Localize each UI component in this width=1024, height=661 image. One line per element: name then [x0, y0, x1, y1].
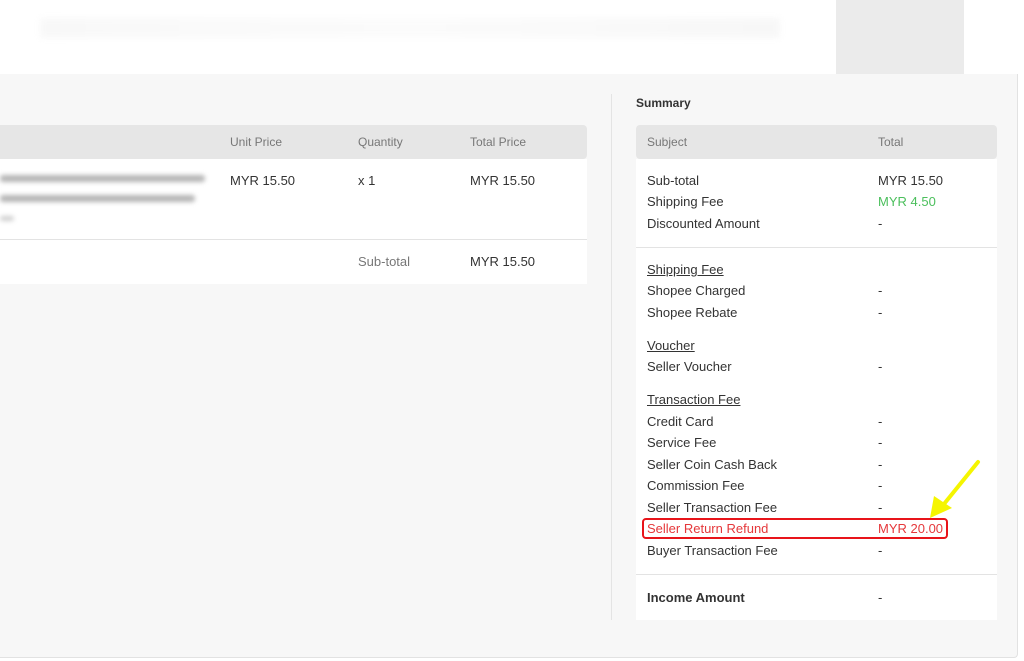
- order-table-body: MYR 15.50 x 1 MYR 15.50 Sub-total MYR 15…: [0, 159, 587, 284]
- shipping-fee-label: Shipping Fee: [647, 194, 724, 209]
- section-divider: [636, 247, 997, 248]
- subtotal-value: MYR 15.50: [878, 173, 944, 188]
- header-unit-price: Unit Price: [230, 135, 283, 149]
- product-thumbnail-placeholder: [836, 0, 964, 74]
- commission-fee-label: Commission Fee: [647, 478, 745, 493]
- credit-card-label: Credit Card: [647, 414, 714, 429]
- yellow-arrow-icon: [930, 460, 980, 518]
- credit-card-value: -: [878, 414, 883, 429]
- shopee-charged-value: -: [878, 283, 883, 298]
- order-table-header: Unit Price Quantity Total Price: [0, 125, 587, 159]
- item-quantity: x 1: [358, 173, 376, 188]
- voucher-section-title: Voucher: [647, 338, 695, 353]
- buyer-transaction-fee-label: Buyer Transaction Fee: [647, 543, 778, 558]
- shipping-fee-value: MYR 4.50: [878, 194, 936, 209]
- summary-table-header: Subject Total: [636, 125, 997, 159]
- shopee-rebate-label: Shopee Rebate: [647, 305, 738, 320]
- income-amount-label: Income Amount: [647, 590, 745, 605]
- seller-voucher-value: -: [878, 359, 883, 374]
- seller-voucher-label: Seller Voucher: [647, 359, 732, 374]
- row-divider: [0, 239, 587, 240]
- header-quantity: Quantity: [358, 135, 403, 149]
- item-total-price: MYR 15.50: [470, 173, 536, 188]
- order-subtotal-label: Sub-total: [358, 254, 411, 269]
- highlight-box: [642, 518, 948, 539]
- buyer-transaction-fee-value: -: [878, 543, 883, 558]
- discounted-amount-label: Discounted Amount: [647, 216, 760, 231]
- header-total: Total: [878, 135, 904, 149]
- service-fee-value: -: [878, 435, 883, 450]
- summary-table-body: Sub-total MYR 15.50 Shipping Fee MYR 4.5…: [636, 159, 997, 620]
- commission-fee-value: -: [878, 478, 883, 493]
- summary-title: Summary: [636, 96, 691, 110]
- seller-coin-cash-back-value: -: [878, 457, 883, 472]
- seller-transaction-fee-label: Seller Transaction Fee: [647, 500, 778, 515]
- shopee-rebate-value: -: [878, 305, 883, 320]
- order-subtotal-value: MYR 15.50: [470, 254, 536, 269]
- seller-transaction-fee-value: -: [878, 500, 883, 515]
- blurred-product-name: [0, 175, 205, 182]
- shipping-fee-section-title: Shipping Fee: [647, 262, 724, 277]
- subtotal-label: Sub-total: [647, 173, 700, 188]
- transaction-fee-section-title: Transaction Fee: [647, 392, 741, 407]
- header-subject: Subject: [647, 135, 688, 149]
- shopee-charged-label: Shopee Charged: [647, 283, 746, 298]
- panel-divider: [611, 94, 612, 620]
- blurred-product-name-line2: [0, 195, 195, 202]
- service-fee-label: Service Fee: [647, 435, 717, 450]
- income-amount-value: -: [878, 590, 883, 605]
- item-unit-price: MYR 15.50: [230, 173, 296, 188]
- blurred-variation: [0, 216, 14, 221]
- seller-coin-cash-back-label: Seller Coin Cash Back: [647, 457, 778, 472]
- blurred-header-content: [40, 18, 780, 38]
- header-total-price: Total Price: [470, 135, 527, 149]
- discounted-amount-value: -: [878, 216, 883, 231]
- section-divider: [636, 574, 997, 575]
